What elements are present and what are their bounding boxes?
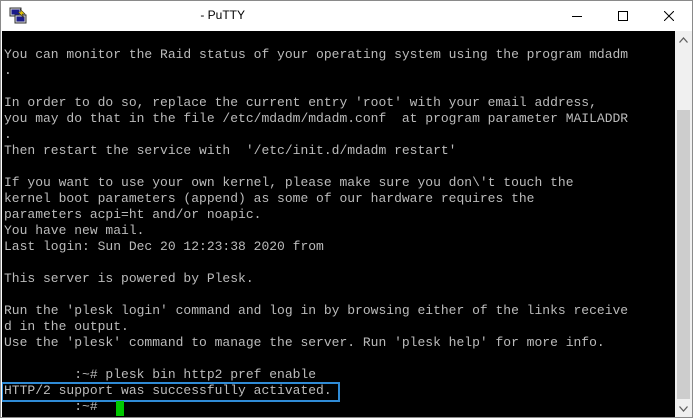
title-bar[interactable]: - PuTTY <box>1 1 692 31</box>
highlight-box <box>2 382 340 402</box>
terminal-screen[interactable]: You can monitor the Raid status of your … <box>2 31 675 417</box>
scroll-up-arrow-icon <box>679 36 688 43</box>
maximize-icon <box>618 11 628 21</box>
terminal-line: kernel boot parameters (append) as some … <box>4 191 535 206</box>
close-button[interactable] <box>646 1 692 31</box>
terminal-line: . <box>4 63 12 78</box>
window-title: - PuTTY <box>197 8 246 22</box>
scroll-thumb[interactable] <box>677 110 690 399</box>
terminal-line: you may do that in the file /etc/mdadm/m… <box>4 111 629 126</box>
minimize-icon <box>572 16 582 17</box>
minimize-button[interactable] <box>554 1 600 31</box>
terminal-line: In order to do so, replace the current e… <box>4 95 597 110</box>
terminal-line: If you want to use your own kernel, plea… <box>4 175 574 190</box>
scroll-down-button[interactable] <box>675 400 692 417</box>
terminal-command-line: :~# plesk bin http2 pref enable <box>4 367 317 382</box>
terminal-line: . <box>4 127 12 142</box>
terminal-cursor <box>116 401 124 416</box>
terminal-line: Last login: Sun Dec 20 12:23:38 2020 fro… <box>4 239 324 254</box>
putty-icon[interactable] <box>9 7 27 25</box>
terminal-line: This server is powered by Plesk. <box>4 271 254 286</box>
putty-window: - PuTTY You can monitor the Raid status … <box>0 0 693 418</box>
terminal-line: You can monitor the Raid status of your … <box>4 47 629 62</box>
close-icon <box>664 11 674 21</box>
terminal-line: Run the 'plesk login' command and log in… <box>4 303 629 318</box>
terminal-line: d in the output. <box>4 319 129 334</box>
scroll-down-arrow-icon <box>679 405 688 412</box>
terminal-line: You have new mail. <box>4 223 145 238</box>
vertical-scrollbar[interactable] <box>675 31 692 417</box>
terminal-line: Then restart the service with '/etc/init… <box>4 143 457 158</box>
terminal-line: Use the 'plesk' command to manage the se… <box>4 335 605 350</box>
scroll-up-button[interactable] <box>675 31 692 48</box>
terminal-line: parameters acpi=ht and/or noapic. <box>4 207 262 222</box>
maximize-button[interactable] <box>600 1 646 31</box>
